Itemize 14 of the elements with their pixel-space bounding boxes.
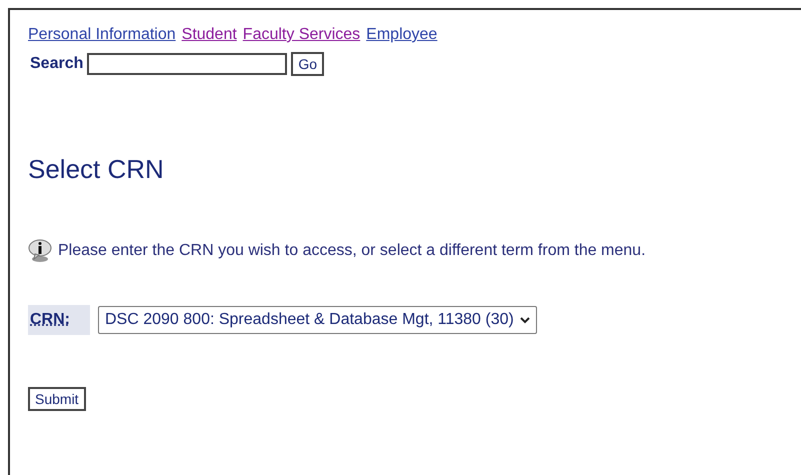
nav-link[interactable]: Personal Information: [28, 26, 176, 44]
info-icon: [28, 239, 52, 263]
crn-label: CRN:: [28, 305, 90, 335]
nav-link[interactable]: Employee: [366, 26, 438, 44]
caret-icon: [520, 316, 530, 324]
info-message: Please enter the CRN you wish to access, or select a different term from the menu.: [58, 242, 646, 260]
page-title: Select CRN: [28, 154, 165, 185]
go-button[interactable]: Go: [291, 52, 324, 76]
search-field[interactable]: [87, 53, 288, 75]
nav-link[interactable]: Student: [182, 26, 237, 44]
search-label: Search: [30, 55, 84, 73]
crn-dropdown[interactable]: DSC 2090 800: Spreadsheet & Database Mgt, 11380 (30): [98, 306, 537, 334]
submit-button[interactable]: Submit: [28, 387, 86, 411]
nav-link[interactable]: Faculty Services: [242, 26, 360, 44]
